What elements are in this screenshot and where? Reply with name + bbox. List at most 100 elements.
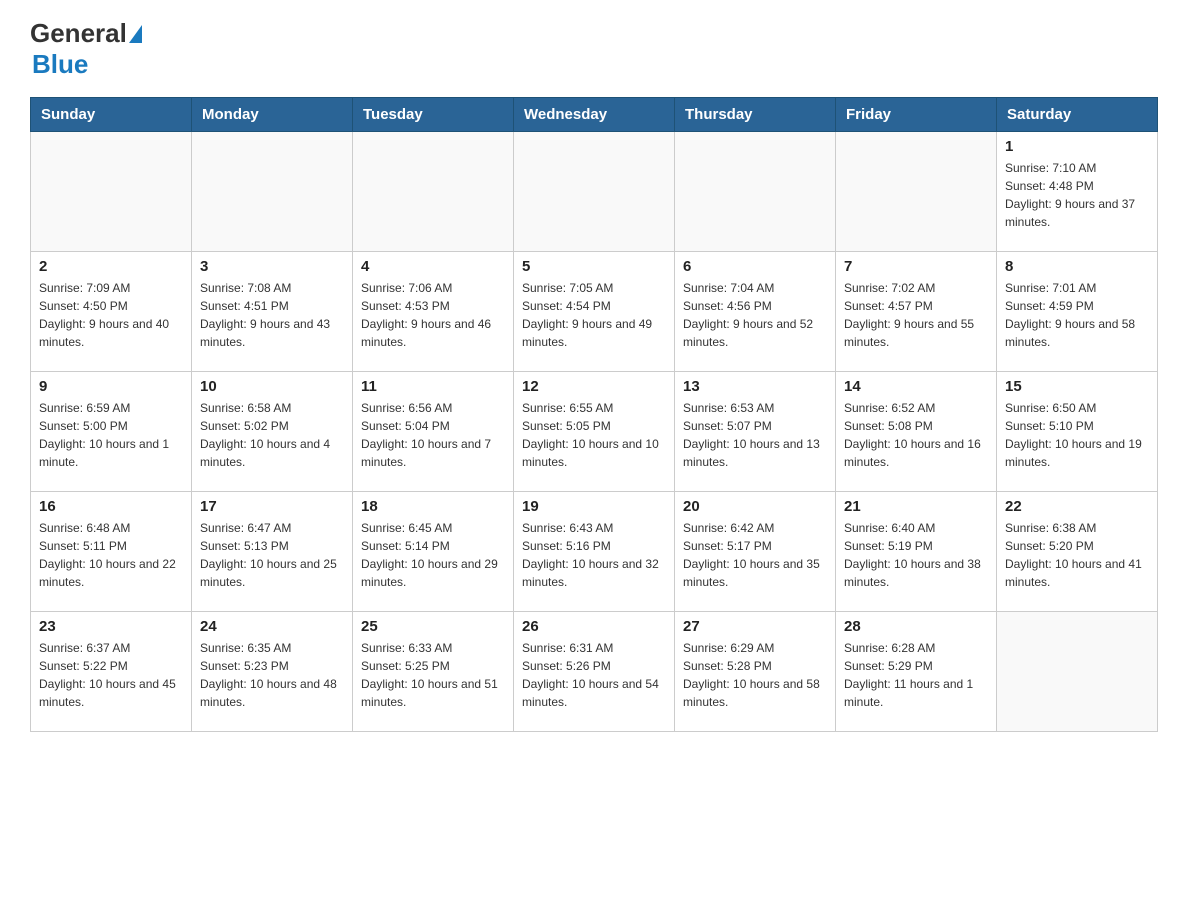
weekday-header-monday: Monday (192, 97, 353, 131)
day-info: Sunrise: 7:01 AM Sunset: 4:59 PM Dayligh… (1005, 279, 1149, 351)
calendar-cell: 3Sunrise: 7:08 AM Sunset: 4:51 PM Daylig… (192, 251, 353, 371)
logo: General Blue (30, 20, 142, 77)
day-number: 13 (683, 378, 827, 395)
logo-triangle-icon (129, 25, 142, 43)
calendar-cell: 24 Sunrise: 6:35 AM Sunset: 5:23 PM Dayli… (192, 611, 353, 731)
day-info: Sunrise: 6:28 AM Sunset: 5:29 PM Dayligh… (844, 639, 988, 711)
calendar-cell: 21 Sunrise: 6:40 AM Sunset: 5:19 PM Dayli… (836, 491, 997, 611)
calendar-cell: 19 Sunrise: 6:43 AM Sunset: 5:16 PM Dayli… (514, 491, 675, 611)
day-info: Sunrise: 6:31 AM Sunset: 5:26 PM Dayligh… (522, 639, 666, 711)
calendar-cell: 23 Sunrise: 6:37 AM Sunset: 5:22 PM Dayli… (31, 611, 192, 731)
day-number: 14 (844, 378, 988, 395)
day-info: Sunrise: 7:06 AM Sunset: 4:53 PM Dayligh… (361, 279, 505, 351)
day-info: Sunrise: 6:43 AM Sunset: 5:16 PM Dayligh… (522, 519, 666, 591)
weekday-header-row: SundayMondayTuesdayWednesdayThursdayFrid… (31, 97, 1158, 131)
calendar-cell: 14 Sunrise: 6:52 AM Sunset: 5:08 PM Dayli… (836, 371, 997, 491)
weekday-header-wednesday: Wednesday (514, 97, 675, 131)
calendar-cell (192, 131, 353, 251)
day-number: 12 (522, 378, 666, 395)
logo-blue: Blue (32, 49, 88, 79)
week-row-3: 9Sunrise: 6:59 AM Sunset: 5:00 PM Daylig… (31, 371, 1158, 491)
day-info: Sunrise: 6:52 AM Sunset: 5:08 PM Dayligh… (844, 399, 988, 471)
day-number: 11 (361, 378, 505, 395)
day-number: 17 (200, 498, 344, 515)
day-info: Sunrise: 6:33 AM Sunset: 5:25 PM Dayligh… (361, 639, 505, 711)
weekday-header-friday: Friday (836, 97, 997, 131)
day-number: 6 (683, 258, 827, 275)
weekday-header-sunday: Sunday (31, 97, 192, 131)
calendar-cell (31, 131, 192, 251)
week-row-4: 16 Sunrise: 6:48 AM Sunset: 5:11 PM Dayli… (31, 491, 1158, 611)
day-info: Sunrise: 6:37 AM Sunset: 5:22 PM Dayligh… (39, 639, 183, 711)
calendar-cell: 20 Sunrise: 6:42 AM Sunset: 5:17 PM Dayli… (675, 491, 836, 611)
day-info: Sunrise: 7:02 AM Sunset: 4:57 PM Dayligh… (844, 279, 988, 351)
day-info: Sunrise: 6:58 AM Sunset: 5:02 PM Dayligh… (200, 399, 344, 471)
calendar-cell: 15 Sunrise: 6:50 AM Sunset: 5:10 PM Dayli… (997, 371, 1158, 491)
day-info: Sunrise: 6:40 AM Sunset: 5:19 PM Dayligh… (844, 519, 988, 591)
day-number: 28 (844, 618, 988, 635)
day-info: Sunrise: 6:42 AM Sunset: 5:17 PM Dayligh… (683, 519, 827, 591)
day-number: 25 (361, 618, 505, 635)
calendar-cell (997, 611, 1158, 731)
weekday-header-saturday: Saturday (997, 97, 1158, 131)
day-info: Sunrise: 7:09 AM Sunset: 4:50 PM Dayligh… (39, 279, 183, 351)
day-number: 23 (39, 618, 183, 635)
day-number: 9 (39, 378, 183, 395)
calendar-cell: 9Sunrise: 6:59 AM Sunset: 5:00 PM Daylig… (31, 371, 192, 491)
week-row-2: 2Sunrise: 7:09 AM Sunset: 4:50 PM Daylig… (31, 251, 1158, 371)
day-info: Sunrise: 6:38 AM Sunset: 5:20 PM Dayligh… (1005, 519, 1149, 591)
day-info: Sunrise: 7:04 AM Sunset: 4:56 PM Dayligh… (683, 279, 827, 351)
day-info: Sunrise: 6:55 AM Sunset: 5:05 PM Dayligh… (522, 399, 666, 471)
day-info: Sunrise: 6:56 AM Sunset: 5:04 PM Dayligh… (361, 399, 505, 471)
calendar-cell: 25 Sunrise: 6:33 AM Sunset: 5:25 PM Dayli… (353, 611, 514, 731)
day-number: 18 (361, 498, 505, 515)
calendar-cell: 27 Sunrise: 6:29 AM Sunset: 5:28 PM Dayli… (675, 611, 836, 731)
day-info: Sunrise: 6:50 AM Sunset: 5:10 PM Dayligh… (1005, 399, 1149, 471)
day-number: 21 (844, 498, 988, 515)
calendar-cell (675, 131, 836, 251)
calendar-cell: 5 Sunrise: 7:05 AM Sunset: 4:54 PM Daylig… (514, 251, 675, 371)
calendar-cell: 18Sunrise: 6:45 AM Sunset: 5:14 PM Dayli… (353, 491, 514, 611)
calendar-cell: 6 Sunrise: 7:04 AM Sunset: 4:56 PM Daylig… (675, 251, 836, 371)
day-number: 1 (1005, 138, 1149, 155)
calendar-cell: 16 Sunrise: 6:48 AM Sunset: 5:11 PM Dayli… (31, 491, 192, 611)
calendar-cell: 4 Sunrise: 7:06 AM Sunset: 4:53 PM Daylig… (353, 251, 514, 371)
calendar-cell: 7 Sunrise: 7:02 AM Sunset: 4:57 PM Daylig… (836, 251, 997, 371)
day-number: 7 (844, 258, 988, 275)
calendar-cell: 13 Sunrise: 6:53 AM Sunset: 5:07 PM Dayli… (675, 371, 836, 491)
calendar-cell: 26Sunrise: 6:31 AM Sunset: 5:26 PM Dayli… (514, 611, 675, 731)
day-number: 27 (683, 618, 827, 635)
week-row-1: 1 Sunrise: 7:10 AM Sunset: 4:48 PM Daylig… (31, 131, 1158, 251)
day-info: Sunrise: 7:05 AM Sunset: 4:54 PM Dayligh… (522, 279, 666, 351)
week-row-5: 23 Sunrise: 6:37 AM Sunset: 5:22 PM Dayli… (31, 611, 1158, 731)
calendar-cell: 17 Sunrise: 6:47 AM Sunset: 5:13 PM Dayli… (192, 491, 353, 611)
day-number: 3 (200, 258, 344, 275)
day-info: Sunrise: 6:35 AM Sunset: 5:23 PM Dayligh… (200, 639, 344, 711)
calendar-table: SundayMondayTuesdayWednesdayThursdayFrid… (30, 97, 1158, 732)
calendar-cell: 1 Sunrise: 7:10 AM Sunset: 4:48 PM Daylig… (997, 131, 1158, 251)
calendar-cell (836, 131, 997, 251)
day-info: Sunrise: 6:47 AM Sunset: 5:13 PM Dayligh… (200, 519, 344, 591)
day-number: 22 (1005, 498, 1149, 515)
calendar-cell: 2Sunrise: 7:09 AM Sunset: 4:50 PM Daylig… (31, 251, 192, 371)
day-number: 5 (522, 258, 666, 275)
weekday-header-thursday: Thursday (675, 97, 836, 131)
day-number: 15 (1005, 378, 1149, 395)
day-number: 16 (39, 498, 183, 515)
day-number: 24 (200, 618, 344, 635)
logo-general: General (30, 18, 127, 48)
day-info: Sunrise: 6:53 AM Sunset: 5:07 PM Dayligh… (683, 399, 827, 471)
day-info: Sunrise: 6:48 AM Sunset: 5:11 PM Dayligh… (39, 519, 183, 591)
calendar-cell (514, 131, 675, 251)
day-number: 8 (1005, 258, 1149, 275)
day-info: Sunrise: 6:29 AM Sunset: 5:28 PM Dayligh… (683, 639, 827, 711)
day-number: 20 (683, 498, 827, 515)
day-number: 10 (200, 378, 344, 395)
day-number: 4 (361, 258, 505, 275)
day-number: 19 (522, 498, 666, 515)
day-info: Sunrise: 7:10 AM Sunset: 4:48 PM Dayligh… (1005, 159, 1149, 231)
calendar-cell: 10 Sunrise: 6:58 AM Sunset: 5:02 PM Dayli… (192, 371, 353, 491)
calendar-cell: 11 Sunrise: 6:56 AM Sunset: 5:04 PM Dayli… (353, 371, 514, 491)
calendar-cell: 12 Sunrise: 6:55 AM Sunset: 5:05 PM Dayli… (514, 371, 675, 491)
calendar-cell (353, 131, 514, 251)
